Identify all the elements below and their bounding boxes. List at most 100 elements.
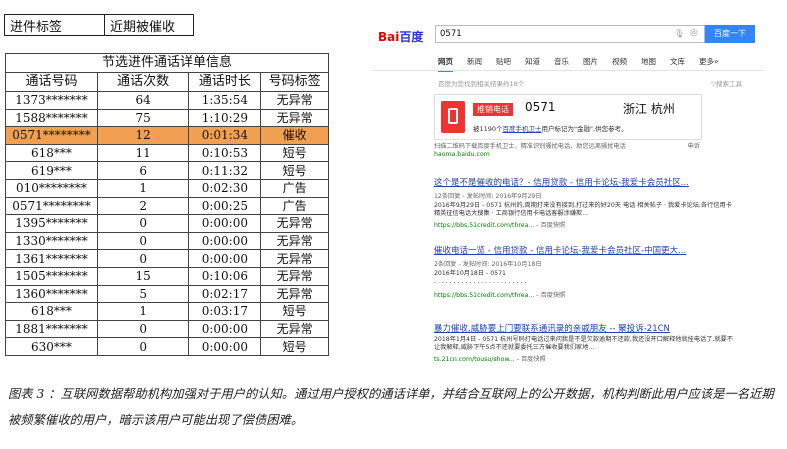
result-url[interactable]: ts.21cn.com/tousu/show... - 百度快照 <box>434 354 734 363</box>
result-meta: 2条回复 - 发帖时间: 2016年10月18日 <box>434 261 542 268</box>
cell-count: 12 <box>96 126 190 145</box>
search-result: 催收电话一览 - 信用贷款 - 信用卡论坛-我爱卡会员社区-中国更大... 2条… <box>434 244 734 299</box>
cell-number: 1361******* <box>5 249 98 268</box>
search-input[interactable]: 0571 <box>435 25 705 43</box>
cell-number: 618*** <box>5 143 98 163</box>
table-row: 1360******* 5 0:02:17 无异常 <box>5 284 329 304</box>
cell-tag: 短号 <box>260 143 329 163</box>
snapshot-link[interactable]: 百度快照 <box>540 222 565 229</box>
result-title[interactable]: 暴力催收,威胁要上门要联系通讯录的亲戚朋友 -- 聚投诉-21CN <box>434 322 734 334</box>
table-row: 618*** 1 0:03:17 短号 <box>5 302 329 321</box>
card-location: 浙江 杭州 <box>623 102 675 116</box>
cell-tag: 无异常 <box>260 108 329 128</box>
cell-number: 1373******* <box>5 91 98 110</box>
appeal-link[interactable]: 申诉 <box>688 141 700 150</box>
table-title: 节选进件通话详单信息 <box>5 53 329 73</box>
snapshot-link[interactable]: 百度快照 <box>521 356 546 363</box>
cell-count: 0 <box>96 337 190 356</box>
result-meta: 12条回复 - 发帖时间: 2016年9月29日 <box>434 193 542 200</box>
cell-tag: 短号 <box>260 337 329 356</box>
search-result: 这个是不是催收的电话？- 信用贷款 - 信用卡论坛-我爱卡会员社区... 12条… <box>434 176 734 229</box>
cell-count: 0 <box>96 249 190 268</box>
cell-tag: 无异常 <box>260 91 329 110</box>
result-url[interactable]: https://bbs.51credit.com/threa... - 百度快照 <box>434 220 734 229</box>
cell-tag: 无异常 <box>260 284 329 304</box>
table-row: 630*** 0 0:00:00 短号 <box>5 337 329 356</box>
cell-duration: 0:03:17 <box>188 302 262 321</box>
cell-count: 1 <box>96 178 190 198</box>
cell-duration: 0:11:32 <box>188 161 262 180</box>
cell-number: 618*** <box>5 302 98 321</box>
result-count: 百度为您找到相关结果约18个 <box>438 80 525 88</box>
cell-tag: 短号 <box>260 161 329 180</box>
cell-count: 15 <box>96 266 190 286</box>
camera-icon[interactable]: ◎ <box>690 28 698 38</box>
cell-count: 11 <box>96 143 190 163</box>
baidu-logo: Bai百度 <box>378 30 424 44</box>
result-title[interactable]: 催收电话一览 - 信用贷款 - 信用卡论坛-我爱卡会员社区-中国更大... <box>434 244 734 256</box>
cell-duration: 0:02:17 <box>188 284 262 304</box>
baidu-search-screenshot: Bai百度 0571 🎙 ◎ 百度一下 网页 新闻 贴吧 知道 音乐 图片 视频 地图 文库 更多… <box>372 16 764 363</box>
cell-number: 1395******* <box>5 214 98 233</box>
microphone-icon[interactable]: 🎙 <box>674 29 684 38</box>
header-tag: 号码标签 <box>260 72 329 92</box>
card-footer: 扫描二维码下载百度手机卫士，精准识别骚扰电话、助您远离骚扰电话 申诉 <box>434 141 700 150</box>
cell-tag: 无异常 <box>260 266 329 286</box>
table-row: 1505******* 15 0:10:06 无异常 <box>5 266 329 286</box>
cell-tag: 无异常 <box>260 319 329 339</box>
table-row: 1330******* 0 0:00:00 无异常 <box>5 231 329 251</box>
cell-duration: 0:00:00 <box>188 214 262 233</box>
cell-duration: 0:10:06 <box>188 266 262 286</box>
result-desc-blurred: · · · · · · · · · · · · · · · · · · · · … <box>434 280 527 287</box>
table-row: 0571******** 2 0:00:25 广告 <box>5 196 329 216</box>
tag-value: 近期被催收 <box>110 19 176 35</box>
search-tools-link[interactable]: ▽搜索工具 <box>711 78 742 88</box>
cell-duration: 0:00:25 <box>188 196 262 216</box>
cell-duration: 0:00:00 <box>188 319 262 339</box>
card-source[interactable]: haoma.baidu.com <box>434 151 490 158</box>
snapshot-link[interactable]: 百度快照 <box>540 292 565 299</box>
cell-tag: 短号 <box>260 302 329 321</box>
cell-count: 2 <box>96 196 190 216</box>
cell-tag: 无异常 <box>260 231 329 251</box>
table-row: 010******** 1 0:02:30 广告 <box>5 178 329 198</box>
tag-box: 进件标签 近期被催收 <box>4 14 194 36</box>
cell-tag: 无异常 <box>260 214 329 233</box>
table-row: 1588******* 75 1:10:29 无异常 <box>5 108 329 128</box>
cell-duration: 0:02:30 <box>188 178 262 198</box>
cell-duration: 0:00:00 <box>188 337 262 356</box>
cell-duration: 0:00:00 <box>188 249 262 268</box>
cell-duration: 0:10:53 <box>188 143 262 163</box>
cell-tag: 广告 <box>260 178 329 198</box>
cell-number: 1505******* <box>5 266 98 286</box>
result-desc: 2016年10月18日 - 0571 <box>434 270 506 277</box>
cell-count: 75 <box>96 108 190 128</box>
header-count: 通话次数 <box>96 72 190 92</box>
cell-number: 010******** <box>5 178 98 198</box>
phone-tag-card: 推销电话 0571 浙江 杭州 被1190个百度手机卫士用户标记为"金融",供您… <box>434 94 702 140</box>
card-description: 被1190个百度手机卫士用户标记为"金融",供您参考。 <box>473 125 628 133</box>
result-title[interactable]: 这个是不是催收的电话？- 信用贷款 - 信用卡论坛-我爱卡会员社区... <box>434 176 734 188</box>
header-duration: 通话时长 <box>188 72 262 92</box>
cell-count: 1 <box>96 302 190 321</box>
cell-count: 0 <box>96 319 190 339</box>
table-row: 1881******* 0 0:00:00 无异常 <box>5 319 329 339</box>
table-row: 1395******* 0 0:00:00 无异常 <box>5 214 329 233</box>
cell-tag: 催收 <box>260 126 329 145</box>
cell-tag: 广告 <box>260 196 329 216</box>
divider <box>372 70 764 71</box>
cell-duration: 0:00:00 <box>188 231 262 251</box>
cell-count: 0 <box>96 214 190 233</box>
search-result: 暴力催收,威胁要上门要联系通讯录的亲戚朋友 -- 聚投诉-21CN 2018年1… <box>434 322 734 363</box>
result-url[interactable]: https://bbs.51credit.com/threa... - 百度快照 <box>434 290 734 299</box>
card-number: 0571 <box>525 100 556 114</box>
cell-number: 0571******** <box>5 196 98 216</box>
cell-duration: 1:10:29 <box>188 108 262 128</box>
result-desc: 2016年9月29日 - 0571 杭州的,周期打来没有接到,打过来的好20天 … <box>434 202 732 217</box>
table-row: 618*** 11 0:10:53 短号 <box>5 143 329 163</box>
security-app-link[interactable]: 百度手机卫士 <box>503 125 542 133</box>
cell-count: 64 <box>96 91 190 110</box>
search-button[interactable]: 百度一下 <box>705 25 755 43</box>
phone-icon <box>441 101 465 133</box>
cell-number: 0571******** <box>5 126 98 145</box>
